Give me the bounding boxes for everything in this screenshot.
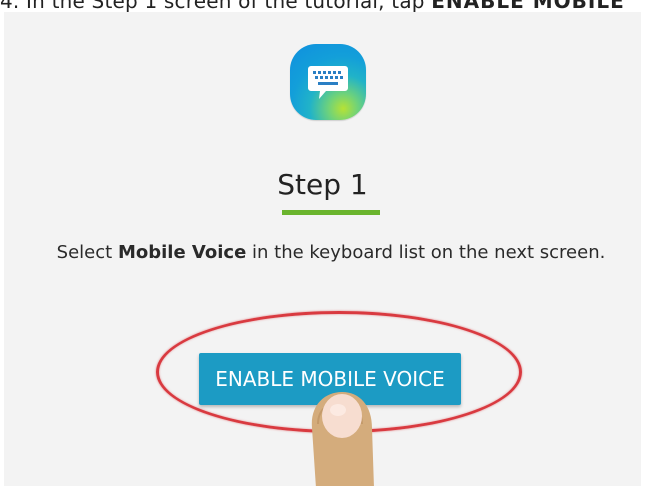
tutorial-page: 4. In the Step 1 screen of the tutorial,… <box>0 0 645 486</box>
keyboard-chat-icon <box>290 44 366 120</box>
instruction-text: Select Mobile Voice in the keyboard list… <box>0 242 645 263</box>
instruction-highlight: Mobile Voice <box>117 242 247 263</box>
finger-tap-icon <box>311 392 374 486</box>
keyboard-bubble-icon <box>308 66 348 99</box>
step-title-underline <box>282 210 380 215</box>
instruction-suffix: in the keyboard list on the next screen. <box>246 242 606 263</box>
instruction-prefix: Select <box>56 242 118 263</box>
step-title: Step 1 <box>277 168 368 201</box>
